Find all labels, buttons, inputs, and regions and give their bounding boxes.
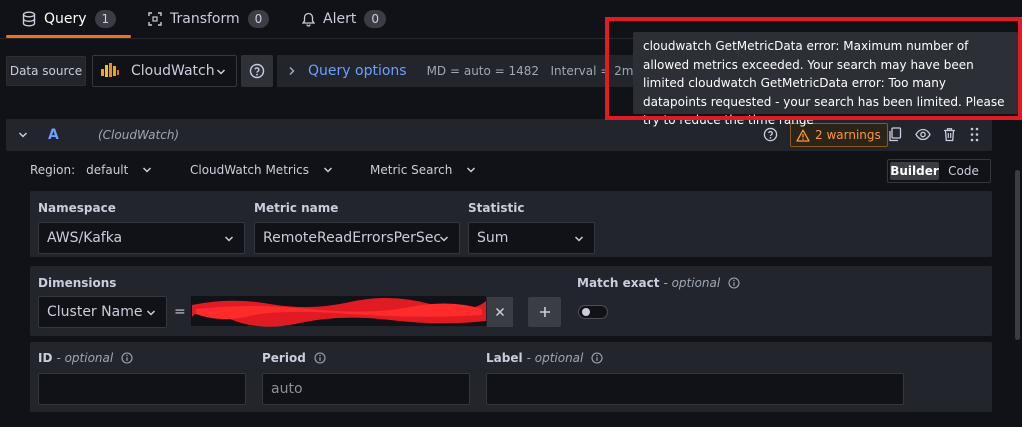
label-input[interactable]	[486, 373, 904, 405]
drag-handle-icon[interactable]	[970, 127, 979, 142]
chevron-down-icon	[142, 166, 152, 174]
question-circle-icon	[249, 63, 265, 79]
dimensions-label: Dimensions	[38, 276, 117, 290]
region-label: Region:	[30, 163, 76, 177]
query-options-summary: MD = auto = 1482 Interval = 2m	[426, 64, 634, 78]
chevron-down-icon	[323, 166, 333, 174]
dimension-key-select[interactable]: Cluster Name	[38, 296, 167, 328]
info-icon[interactable]	[121, 352, 133, 364]
info-icon[interactable]	[314, 352, 326, 364]
warnings-text: 2 warnings	[815, 128, 881, 142]
query-row-header[interactable]: A (CloudWatch) 2 warnings	[6, 119, 992, 151]
builder-mode-button[interactable]: Builder	[890, 162, 939, 180]
tab-transform-label: Transform	[170, 11, 240, 27]
metrics-source-select[interactable]: CloudWatch Metrics	[190, 163, 333, 177]
namespace-select[interactable]: AWS/Kafka	[38, 222, 245, 254]
redacted-dimension-value[interactable]	[190, 295, 487, 327]
period-input[interactable]: auto	[262, 373, 470, 405]
datasource-name: CloudWatch	[131, 63, 215, 79]
highlight-box	[605, 17, 1022, 120]
metric-name-value: RemoteReadErrorsPerSec	[263, 230, 442, 246]
chevron-down-icon[interactable]	[18, 131, 28, 139]
scrollbar-thumb[interactable]	[1015, 170, 1020, 340]
chevron-down-icon	[216, 68, 226, 76]
database-icon	[22, 11, 36, 27]
eye-icon[interactable]	[915, 128, 931, 141]
metrics-source-value: CloudWatch Metrics	[190, 163, 310, 177]
id-label: ID - optional	[38, 351, 133, 365]
statistic-select[interactable]: Sum	[468, 222, 595, 254]
period-label: Period	[262, 351, 326, 365]
chevron-down-icon	[574, 235, 584, 243]
tab-alert-count: 0	[364, 10, 386, 28]
metric-name-select[interactable]: RemoteReadErrorsPerSec	[254, 222, 460, 254]
id-input[interactable]	[38, 373, 246, 405]
chevron-right-icon	[288, 66, 296, 76]
region-value: default	[86, 163, 129, 177]
id-optional: - optional	[56, 351, 114, 365]
remove-dimension-button[interactable]	[487, 297, 513, 327]
match-exact-text: Match exact	[577, 276, 660, 290]
query-datasource-name: (CloudWatch)	[98, 128, 180, 142]
dimension-operator: =	[174, 304, 186, 320]
match-exact-optional: - optional	[663, 276, 721, 290]
statistic-value: Sum	[477, 230, 509, 246]
tab-transform-count: 0	[247, 10, 270, 28]
namespace-label: Namespace	[38, 201, 116, 215]
namespace-value: AWS/Kafka	[47, 230, 123, 246]
dimension-key-value: Cluster Name	[47, 304, 143, 320]
datasource-help-button[interactable]	[241, 55, 273, 87]
scrollbar[interactable]	[1013, 120, 1022, 427]
metric-name-label: Metric name	[254, 201, 339, 215]
chevron-down-icon	[146, 309, 156, 317]
tab-transform[interactable]: Transform 0	[148, 8, 270, 30]
bell-icon	[302, 12, 315, 27]
code-mode-button[interactable]: Code	[939, 162, 988, 180]
statistic-label: Statistic	[468, 201, 525, 215]
warning-triangle-icon	[796, 129, 810, 142]
trash-icon[interactable]	[943, 127, 956, 142]
plus-icon	[539, 306, 551, 318]
tab-alert[interactable]: Alert 0	[302, 8, 386, 30]
match-exact-label: Match exact - optional	[577, 276, 740, 290]
query-options-title: Query options	[308, 63, 407, 79]
chevron-down-icon	[439, 235, 449, 243]
transform-icon	[148, 12, 162, 26]
period-placeholder: auto	[271, 381, 303, 397]
tab-query-label: Query	[44, 11, 87, 27]
info-icon[interactable]	[591, 352, 603, 364]
add-dimension-button[interactable]	[528, 297, 561, 327]
editor-mode-toggle: Builder Code	[887, 159, 991, 183]
tab-query[interactable]: Query 1	[22, 8, 117, 30]
tab-query-count: 1	[94, 10, 117, 28]
id-label-text: ID	[38, 351, 53, 365]
datasource-picker[interactable]: CloudWatch	[92, 55, 237, 87]
query-ref-id[interactable]: A	[48, 127, 59, 143]
info-icon[interactable]	[728, 277, 740, 289]
switch-knob	[582, 308, 590, 316]
copy-icon[interactable]	[888, 127, 902, 142]
aws-logo-icon	[99, 61, 121, 81]
period-label-text: Period	[262, 351, 306, 365]
tab-alert-label: Alert	[323, 11, 357, 27]
label-optional: - optional	[526, 351, 584, 365]
label-label-text: Label	[486, 351, 523, 365]
chevron-down-icon	[224, 235, 234, 243]
search-type-select[interactable]: Metric Search	[370, 163, 476, 177]
close-icon	[495, 307, 505, 317]
match-exact-switch[interactable]	[578, 305, 608, 319]
region-select[interactable]: Region: default	[30, 163, 152, 177]
datasource-label: Data source	[6, 56, 86, 86]
chevron-down-icon	[466, 166, 476, 174]
label-field-label: Label - optional	[486, 351, 603, 365]
search-type-value: Metric Search	[370, 163, 453, 177]
